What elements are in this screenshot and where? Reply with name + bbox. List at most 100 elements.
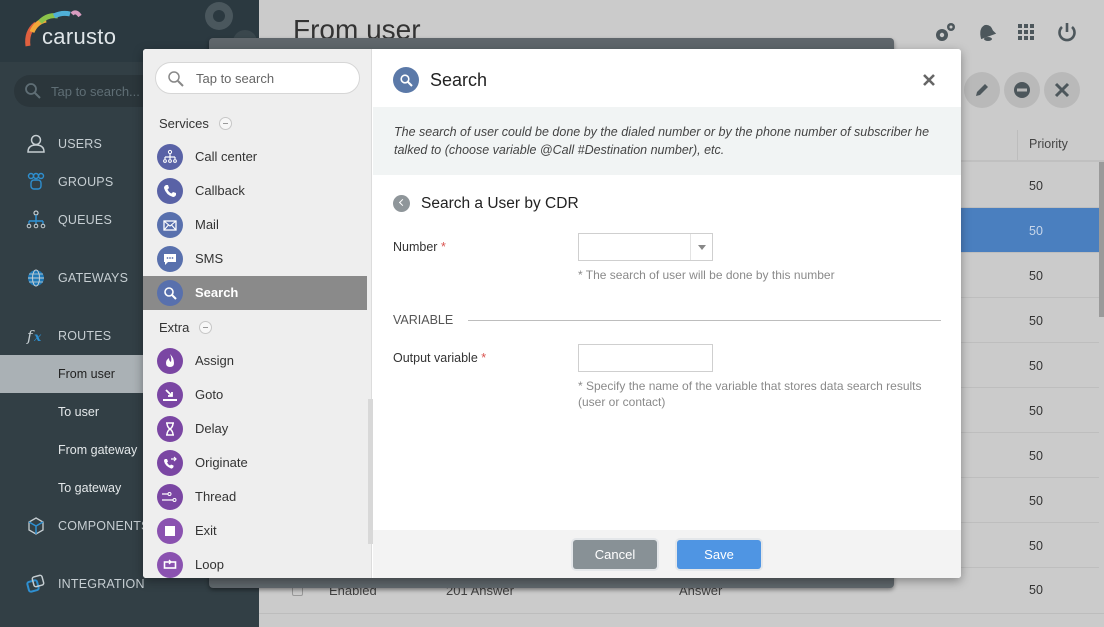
table-row-selected[interactable]: 50	[959, 208, 1099, 253]
palette-item-label: Assign	[195, 353, 235, 368]
palette-item-label: Exit	[195, 523, 217, 538]
output-variable-label: Output variable *	[393, 351, 486, 365]
output-variable-input[interactable]	[578, 344, 713, 372]
field-label-text: Number	[393, 240, 438, 254]
header-divider	[959, 160, 1104, 162]
required-marker: *	[440, 240, 446, 254]
modal-header: Search	[373, 49, 961, 107]
disable-icon	[1014, 82, 1030, 98]
queues-icon	[26, 210, 46, 229]
palette-item-assign[interactable]: Assign	[143, 344, 367, 378]
user-icon	[27, 134, 45, 153]
modal-footer: Cancel Save	[373, 530, 961, 578]
group-services-header[interactable]: Services	[159, 116, 232, 131]
section-divider	[468, 320, 941, 321]
palette-item-label: Callback	[195, 183, 245, 198]
edit-button[interactable]	[964, 72, 1000, 108]
palette-item-originate[interactable]: Originate	[143, 446, 367, 480]
search-icon	[393, 67, 419, 93]
power-icon[interactable]	[1055, 20, 1079, 44]
palette-search-placeholder: Tap to search	[196, 71, 275, 86]
number-select[interactable]	[578, 233, 713, 261]
delete-button[interactable]	[1044, 72, 1080, 108]
column-header-priority[interactable]: Priority	[1029, 137, 1068, 151]
originate-icon	[157, 450, 183, 476]
palette-item-sms[interactable]: SMS	[143, 242, 367, 276]
table-row[interactable]: 50	[959, 253, 1099, 298]
palette-item-mail[interactable]: Mail	[143, 208, 367, 242]
brand-name: carusto	[42, 24, 117, 49]
settings-icon[interactable]	[933, 20, 957, 44]
cancel-button[interactable]: Cancel	[573, 540, 657, 569]
mail-icon	[157, 212, 183, 238]
search-icon	[25, 83, 41, 99]
table-row[interactable]: 50	[959, 523, 1099, 568]
bell-icon[interactable]	[974, 20, 998, 44]
sidebar-item-label: ROUTES	[58, 329, 112, 343]
palette-item-label: Search	[195, 285, 239, 300]
globe-icon	[28, 269, 44, 287]
palette-item-goto[interactable]: Goto	[143, 378, 367, 412]
priority-cell: 50	[1029, 539, 1043, 553]
sidebar-item-label: COMPONENTS	[58, 519, 150, 533]
palette-item-callback[interactable]: Callback	[143, 174, 367, 208]
palette-item-loop[interactable]: Loop	[143, 548, 367, 578]
collapse-icon[interactable]	[199, 321, 213, 334]
section-title: Search a User by CDR	[421, 195, 579, 212]
palette-item-delay[interactable]: Delay	[143, 412, 367, 446]
back-button[interactable]	[393, 195, 410, 212]
fx-icon: fx	[26, 327, 42, 345]
edit-icon	[976, 84, 988, 96]
table-row[interactable]: 50	[959, 433, 1099, 478]
apps-grid-icon[interactable]	[1014, 20, 1038, 44]
disable-button[interactable]	[1004, 72, 1040, 108]
palette-item-label: Thread	[195, 489, 237, 504]
number-hint: * The search of user will be done by thi…	[578, 268, 835, 282]
palette-search-input[interactable]: Tap to search	[155, 62, 360, 94]
palette-item-label: Call center	[195, 149, 258, 164]
priority-cell: 50	[1029, 179, 1043, 193]
palette-item-exit[interactable]: Exit	[143, 514, 367, 548]
select-divider	[690, 234, 691, 260]
palette-item-label: Loop	[195, 557, 224, 572]
palette-item-thread[interactable]: Thread	[143, 480, 367, 514]
table-row[interactable]: 50	[959, 478, 1099, 523]
search-icon	[168, 71, 184, 87]
description-text: The search of user could be done by the …	[394, 125, 930, 157]
block-palette: Tap to search Services Call center Callb…	[143, 49, 373, 578]
sms-icon	[157, 246, 183, 272]
groups-icon	[27, 172, 45, 190]
chevron-down-icon[interactable]	[698, 245, 706, 250]
group-label: Extra	[159, 320, 190, 335]
priority-cell: 50	[1029, 314, 1043, 328]
delete-icon	[1054, 82, 1070, 98]
priority-cell: 50	[1029, 449, 1043, 463]
group-extra-header[interactable]: Extra	[159, 320, 213, 335]
table-row[interactable]: 50	[959, 298, 1099, 343]
save-button[interactable]: Save	[677, 540, 761, 569]
palette-item-search[interactable]: Search	[143, 276, 367, 310]
search-block-modal: Tap to search Services Call center Callb…	[143, 49, 961, 578]
goto-icon	[157, 382, 183, 408]
table-row[interactable]: 50	[959, 343, 1099, 388]
table-scrollbar[interactable]	[1099, 162, 1104, 317]
hourglass-icon	[157, 416, 183, 442]
modal-title: Search	[430, 70, 488, 90]
priority-cell: 50	[1029, 269, 1043, 283]
field-label-text: Output variable	[393, 351, 478, 365]
required-marker: *	[481, 351, 487, 365]
integration-icon	[26, 574, 45, 593]
collapse-icon[interactable]	[218, 117, 232, 130]
sidebar-item-label: GATEWAYS	[58, 271, 129, 285]
number-label: Number *	[393, 240, 446, 254]
cube-icon	[28, 517, 44, 535]
palette-item-label: Delay	[195, 421, 229, 436]
table-row[interactable]: 50	[959, 163, 1099, 208]
phone-icon	[157, 178, 183, 204]
svg-text:x: x	[33, 330, 42, 344]
palette-item-call-center[interactable]: Call center	[143, 140, 367, 174]
close-icon[interactable]	[920, 71, 938, 89]
palette-item-label: SMS	[195, 251, 224, 266]
table-row[interactable]: 50	[959, 388, 1099, 433]
priority-cell: 50	[1029, 583, 1043, 597]
